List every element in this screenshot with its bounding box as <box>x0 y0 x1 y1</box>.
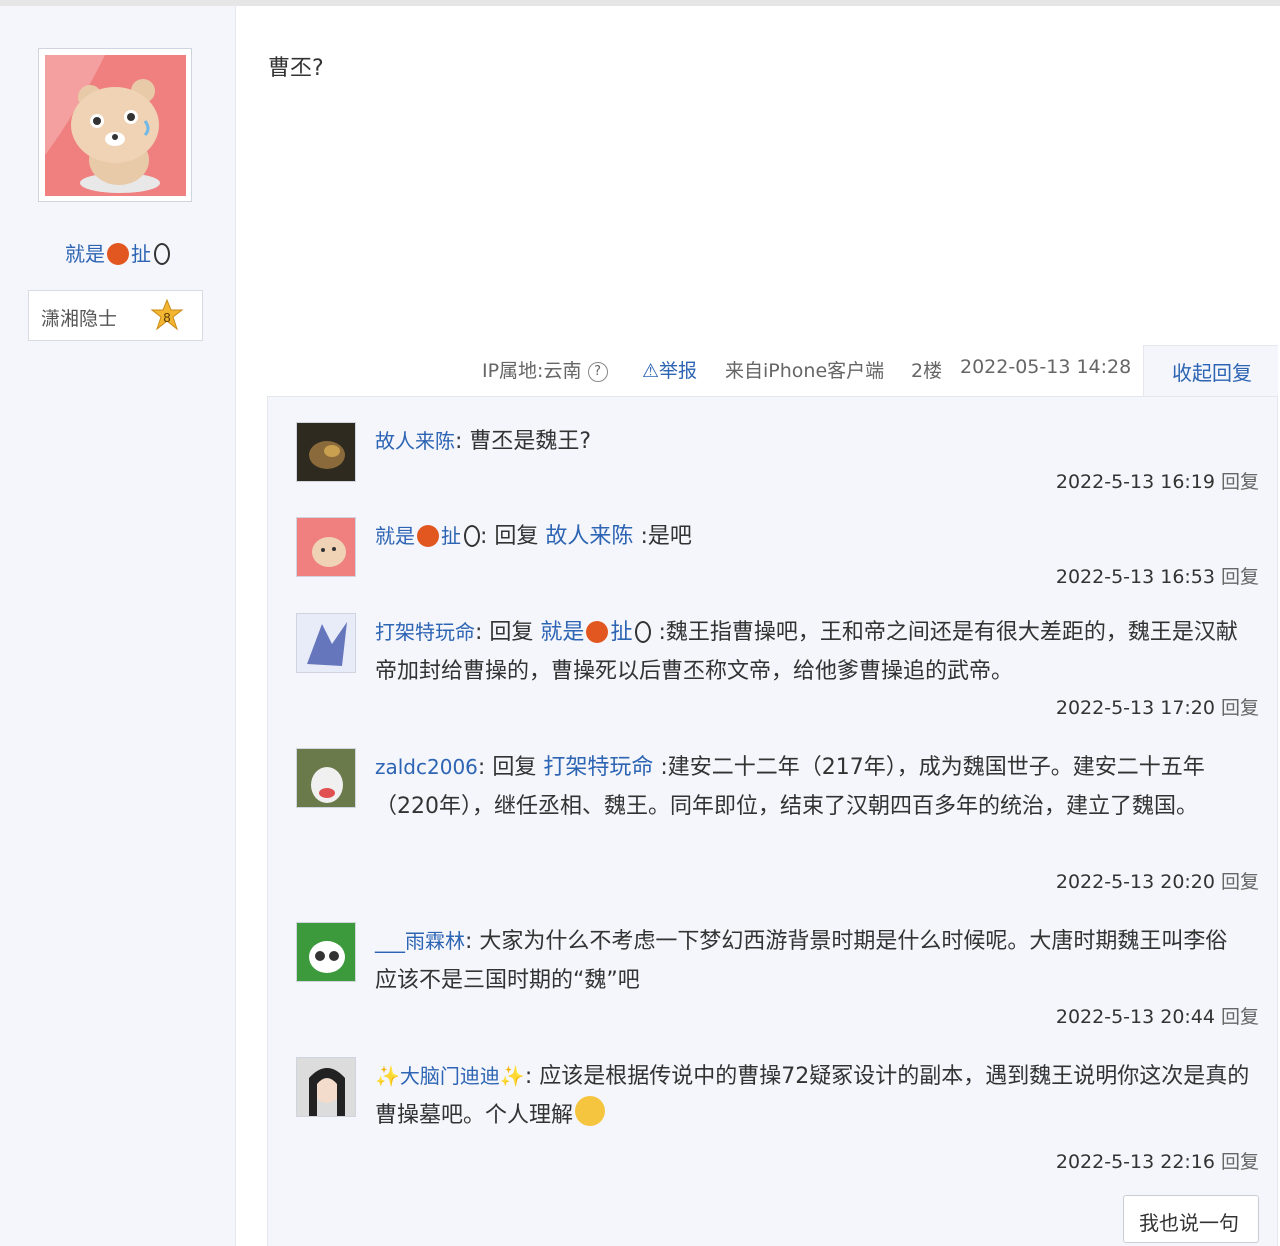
fire-emoji-icon <box>417 525 439 547</box>
warning-icon: ⚠ <box>642 360 660 382</box>
svg-text:8: 8 <box>163 310 170 325</box>
bear-avatar-image <box>45 55 186 196</box>
yawn-emoji-icon <box>575 1096 606 1126</box>
reply-username[interactable]: zaldc2006 <box>375 755 478 779</box>
fire-emoji-icon <box>107 243 129 265</box>
sparkle-icon: ✨ <box>499 1064 525 1088</box>
reply-avatar[interactable] <box>296 922 356 982</box>
reply-time: 2022-5-13 22:16 回复 <box>1055 1151 1259 1173</box>
reply-avatar[interactable] <box>296 422 356 482</box>
reply-text: zaldc2006: 回复 打架特玩命 :建安二十二年（217年），成为魏国世子… <box>375 755 1205 819</box>
reply-text: ✨大脑门迪迪✨: 应该是根据传说中的曹操72疑冢设计的副本，遇到魏王说明你这次是… <box>375 1064 1250 1128</box>
reply-button[interactable]: 回复 <box>1221 1151 1259 1173</box>
reply-username[interactable]: 打架特玩命 <box>375 620 475 644</box>
report-link[interactable]: ⚠举报 <box>642 356 697 383</box>
author-sidebar: 就是扯 潇湘隐士 8 <box>0 6 236 1246</box>
reply-username[interactable]: ✨大脑门迪迪✨ <box>375 1064 525 1088</box>
reply-text: 故人来陈: 曹丕是魏王? <box>375 429 592 454</box>
egg-icon <box>464 525 480 547</box>
post-content: 曹丕? <box>268 56 324 81</box>
mention-link[interactable]: 打架特玩命 <box>543 755 653 780</box>
reply-time: 2022-5-13 20:44 回复 <box>1055 1006 1259 1028</box>
fire-emoji-icon <box>586 621 609 643</box>
source-label: 来自iPhone客户端 <box>725 360 885 382</box>
reply-time: 2022-5-13 17:20 回复 <box>1055 697 1259 719</box>
reply-button[interactable]: 回复 <box>1221 566 1259 588</box>
level-badge-icon: 8 <box>150 299 184 331</box>
badge-label: 潇湘隐士 <box>41 308 118 330</box>
reply-text: ___雨霖林: 大家为什么不考虑一下梦幻西游背景时期是什么时候呢。大唐时期魏王叫… <box>375 929 1228 993</box>
floor-label: 2楼 <box>911 360 943 382</box>
reply-button[interactable]: 回复 <box>1221 471 1259 493</box>
reply-time: 2022-5-13 20:20 回复 <box>1055 871 1259 893</box>
post-time: 2022-05-13 14:28 <box>960 356 1132 378</box>
mention-link[interactable]: 故人来陈 <box>545 524 633 549</box>
reply-avatar[interactable] <box>296 1057 356 1117</box>
reply-text: 就是扯: 回复 故人来陈 :是吧 <box>375 524 692 549</box>
egg-icon <box>635 621 652 643</box>
collapse-replies-button[interactable]: 收起回复 <box>1143 345 1278 397</box>
reply-username[interactable]: ___雨霖林 <box>375 929 465 953</box>
reply-avatar[interactable] <box>296 748 356 808</box>
member-badge[interactable]: 潇湘隐士 8 <box>28 290 203 341</box>
reply-avatar[interactable] <box>296 517 356 577</box>
sparkle-icon: ✨ <box>375 1064 400 1088</box>
reply-button[interactable]: 回复 <box>1221 871 1259 893</box>
reply-text: 打架特玩命: 回复 就是扯 :魏王指曹操吧，王和帝之间还是有很大差距的，魏王是汉… <box>375 620 1238 684</box>
reply-panel: 故人来陈: 曹丕是魏王? 2022-5-13 16:19 回复 就是扯: 回复 故… <box>267 396 1278 1246</box>
author-avatar[interactable] <box>38 48 192 202</box>
egg-icon <box>154 243 170 265</box>
say-something-button[interactable]: 我也说一句 <box>1123 1195 1259 1243</box>
reply-avatar[interactable] <box>296 613 356 673</box>
help-icon[interactable]: ? <box>587 362 608 382</box>
reply-time: 2022-5-13 16:19 回复 <box>1055 471 1259 493</box>
author-username[interactable]: 就是扯 <box>0 238 235 267</box>
reply-button[interactable]: 回复 <box>1221 1006 1259 1028</box>
reply-time: 2022-5-13 16:53 回复 <box>1055 566 1259 588</box>
reply-username[interactable]: 故人来陈 <box>375 429 455 453</box>
reply-username[interactable]: 就是扯 <box>375 524 480 548</box>
reply-button[interactable]: 回复 <box>1221 697 1259 719</box>
ip-location: IP属地:云南 ? <box>482 356 608 383</box>
mention-link[interactable]: 就是扯 <box>540 620 652 645</box>
